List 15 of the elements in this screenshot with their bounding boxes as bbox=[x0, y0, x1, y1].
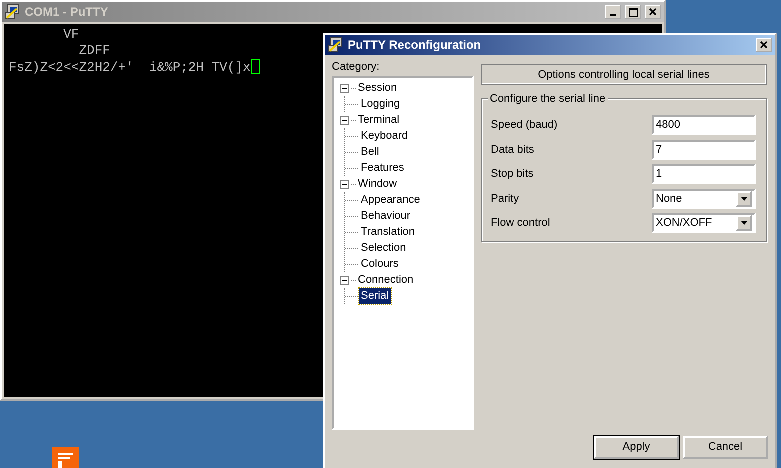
field-label: Speed (baud) bbox=[491, 118, 558, 133]
category-label: Category: bbox=[331, 60, 381, 72]
terminal-line: ZDFF bbox=[78, 43, 110, 59]
window-title: COM1 - PuTTY bbox=[25, 4, 108, 21]
dropdown-value: XON/XOFF bbox=[656, 216, 712, 231]
window-title: PuTTY Reconfiguration bbox=[348, 37, 482, 54]
group-legend: Configure the serial line bbox=[488, 91, 608, 108]
terminal-line: FsZ)Z<2<<Z2H2/+' i&%P;2H TV(]x bbox=[9, 59, 260, 76]
field-label: Stop bits bbox=[491, 167, 534, 182]
field-label: Flow control bbox=[491, 216, 550, 231]
terminal-line: VF bbox=[62, 27, 80, 43]
field-label: Data bits bbox=[491, 142, 534, 158]
field-label: Parity bbox=[491, 192, 520, 206]
panel-header: Options controlling local serial lines bbox=[481, 64, 767, 85]
dropdown-value: None bbox=[656, 192, 682, 206]
